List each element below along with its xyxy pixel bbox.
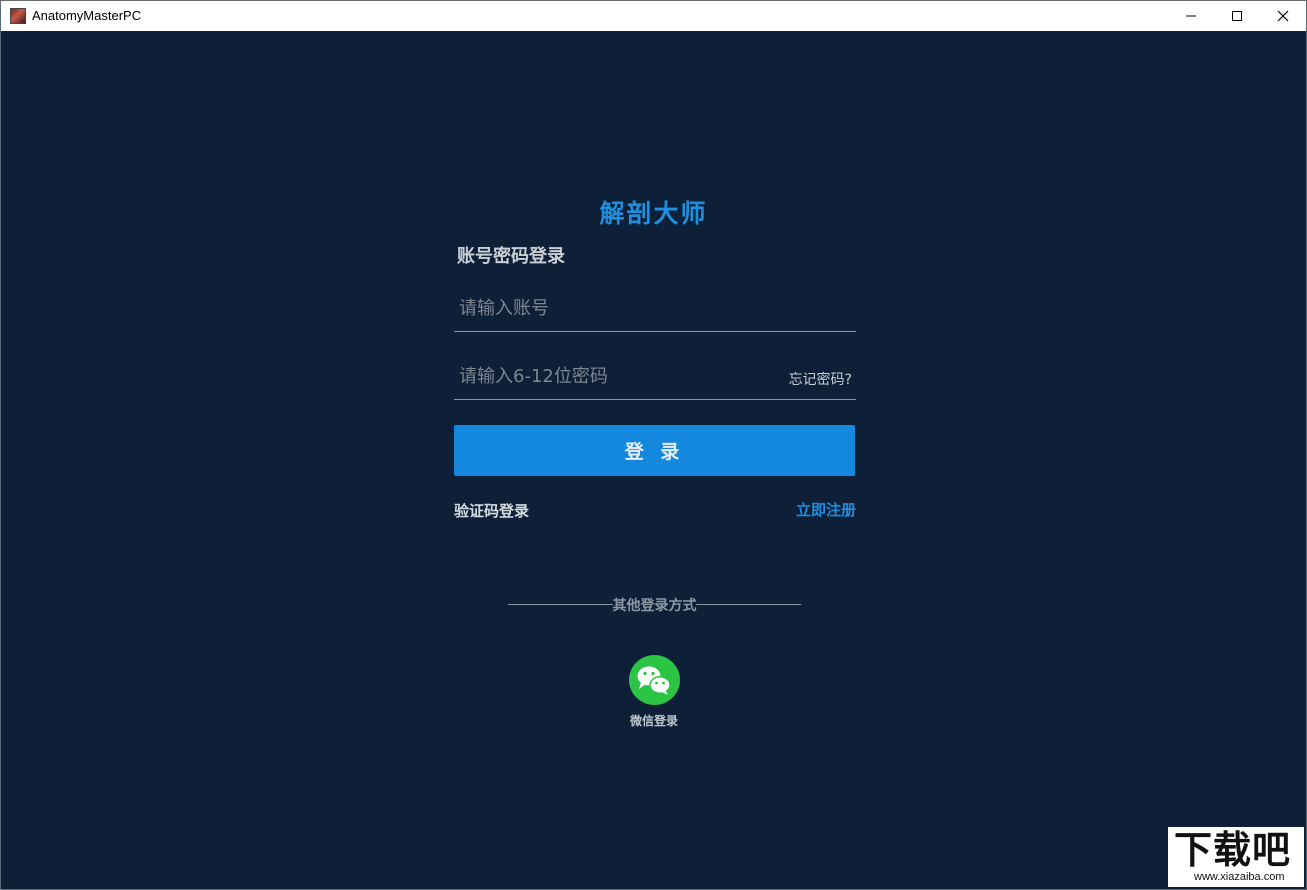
wechat-login-label: 微信登录 <box>629 714 678 728</box>
minimize-button[interactable] <box>1168 1 1214 31</box>
register-link[interactable]: 立即注册 <box>796 499 856 520</box>
brand-title: 解剖大师 <box>599 199 708 228</box>
watermark-text: 下载吧 <box>1174 828 1292 872</box>
password-input[interactable] <box>459 361 759 391</box>
divider-label: 其他登录方式 <box>612 598 697 614</box>
window-title: AnatomyMasterPC <box>32 8 142 23</box>
wechat-icon <box>637 666 671 695</box>
account-input[interactable] <box>459 293 759 323</box>
forgot-password-link[interactable]: 忘记密码? <box>789 369 852 389</box>
wechat-login-button[interactable] <box>629 655 680 705</box>
password-field: 忘记密码? <box>454 355 856 400</box>
app-icon <box>10 8 26 24</box>
divider-line-right <box>696 604 801 605</box>
other-login-divider: 其他登录方式 <box>508 595 801 614</box>
minimize-icon <box>1186 15 1196 17</box>
close-icon <box>1277 10 1289 22</box>
account-field <box>454 287 856 332</box>
watermark-url: www.xiazaiba.com <box>1194 871 1285 883</box>
maximize-icon <box>1232 11 1242 21</box>
sms-login-link[interactable]: 验证码登录 <box>454 500 529 521</box>
close-button[interactable] <box>1260 1 1306 31</box>
app-window: AnatomyMasterPC 解剖大师 账号密码登录 忘记密码? <box>0 0 1307 890</box>
login-button[interactable]: 登 录 <box>454 425 855 476</box>
form-heading: 账号密码登录 <box>457 246 565 267</box>
title-bar[interactable]: AnatomyMasterPC <box>1 0 1306 31</box>
watermark-logo: 下载吧 www.xiazaiba.com <box>1168 827 1304 887</box>
maximize-button[interactable] <box>1214 1 1260 31</box>
